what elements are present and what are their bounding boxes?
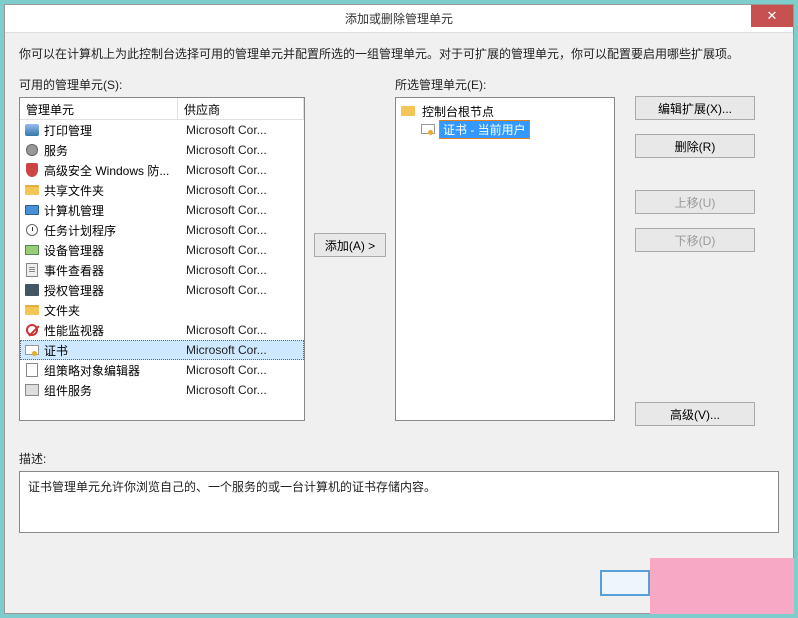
list-item[interactable]: 高级安全 Windows 防...Microsoft Cor...	[20, 160, 304, 180]
middle-panel: 添加(A) >	[313, 76, 387, 414]
snapin-vendor: Microsoft Cor...	[182, 143, 304, 157]
list-item[interactable]: 打印管理Microsoft Cor...	[20, 120, 304, 140]
list-item[interactable]: 性能监视器Microsoft Cor...	[20, 320, 304, 340]
snapin-icon	[24, 242, 40, 258]
snapin-vendor: Microsoft Cor...	[182, 123, 304, 137]
snapin-icon	[24, 282, 40, 298]
snapin-vendor: Microsoft Cor...	[182, 363, 304, 377]
available-panel: 可用的管理单元(S): 管理单元 供应商 打印管理Microsoft Cor..…	[19, 76, 305, 421]
snapin-vendor: Microsoft Cor...	[182, 223, 304, 237]
snapin-vendor: Microsoft Cor...	[182, 383, 304, 397]
snapin-name: 高级安全 Windows 防...	[44, 162, 182, 179]
snapin-icon	[24, 322, 40, 338]
edit-extensions-button[interactable]: 编辑扩展(X)...	[635, 96, 755, 120]
list-item[interactable]: 授权管理器Microsoft Cor...	[20, 280, 304, 300]
list-item[interactable]: 计算机管理Microsoft Cor...	[20, 200, 304, 220]
columns-container: 可用的管理单元(S): 管理单元 供应商 打印管理Microsoft Cor..…	[19, 76, 779, 436]
snapin-vendor: Microsoft Cor...	[182, 283, 304, 297]
snapin-name: 服务	[44, 142, 182, 159]
list-item[interactable]: 组策略对象编辑器Microsoft Cor...	[20, 360, 304, 380]
snapin-vendor: Microsoft Cor...	[182, 183, 304, 197]
tree-child[interactable]: 证书 - 当前用户	[400, 120, 610, 138]
snapin-icon	[24, 362, 40, 378]
snapin-icon	[24, 342, 40, 358]
snapin-name: 设备管理器	[44, 242, 182, 259]
snapin-name: 组策略对象编辑器	[44, 362, 182, 379]
snapin-name: 共享文件夹	[44, 182, 182, 199]
snapin-icon	[24, 222, 40, 238]
snapin-name: 打印管理	[44, 122, 182, 139]
available-listbox[interactable]: 管理单元 供应商 打印管理Microsoft Cor...服务Microsoft…	[19, 97, 305, 421]
available-label: 可用的管理单元(S):	[19, 76, 305, 93]
snapin-icon	[24, 162, 40, 178]
move-up-button[interactable]: 上移(U)	[635, 190, 755, 214]
add-button[interactable]: 添加(A) >	[314, 233, 386, 257]
col-header-vendor[interactable]: 供应商	[178, 98, 304, 119]
snapin-name: 性能监视器	[44, 322, 182, 339]
window-title: 添加或删除管理单元	[345, 10, 453, 27]
dialog-body: 你可以在计算机上为此控制台选择可用的管理单元并配置所选的一组管理单元。对于可扩展…	[5, 33, 793, 543]
list-item[interactable]: 设备管理器Microsoft Cor...	[20, 240, 304, 260]
dialog-window: 添加或删除管理单元 ✕ 你可以在计算机上为此控制台选择可用的管理单元并配置所选的…	[4, 4, 794, 614]
snapin-name: 任务计划程序	[44, 222, 182, 239]
snapin-icon	[24, 122, 40, 138]
intro-text: 你可以在计算机上为此控制台选择可用的管理单元并配置所选的一组管理单元。对于可扩展…	[19, 45, 779, 62]
list-item[interactable]: 证书Microsoft Cor...	[20, 340, 304, 360]
snapin-vendor: Microsoft Cor...	[182, 163, 304, 177]
description-label: 描述:	[19, 450, 779, 467]
snapin-icon	[24, 142, 40, 158]
snapin-name: 事件查看器	[44, 262, 182, 279]
description-box: 证书管理单元允许你浏览自己的、一个服务的或一台计算机的证书存储内容。	[19, 471, 779, 533]
close-button[interactable]: ✕	[751, 5, 793, 27]
snapin-name: 组件服务	[44, 382, 182, 399]
snapin-vendor: Microsoft Cor...	[182, 243, 304, 257]
snapin-name: 证书	[44, 342, 182, 359]
snapin-vendor: Microsoft Cor...	[182, 323, 304, 337]
snapin-vendor: Microsoft Cor...	[182, 343, 304, 357]
tree-root-label: 控制台根节点	[419, 103, 497, 120]
snapin-name: 计算机管理	[44, 202, 182, 219]
snapin-vendor: Microsoft Cor...	[182, 203, 304, 217]
snapin-icon	[24, 182, 40, 198]
overlay	[650, 558, 794, 614]
list-item[interactable]: 服务Microsoft Cor...	[20, 140, 304, 160]
selected-label: 所选管理单元(E):	[395, 76, 615, 93]
list-item[interactable]: 任务计划程序Microsoft Cor...	[20, 220, 304, 240]
ok-button-partial[interactable]	[600, 570, 650, 596]
snapin-icon	[24, 262, 40, 278]
action-buttons-panel: 编辑扩展(X)... 删除(R) 上移(U) 下移(D) 高级(V)...	[623, 76, 779, 436]
selected-tree[interactable]: 控制台根节点 证书 - 当前用户	[395, 97, 615, 421]
cert-icon	[420, 121, 436, 137]
snapin-name: 授权管理器	[44, 282, 182, 299]
snapin-name: 文件夹	[44, 302, 182, 319]
snapin-icon	[24, 382, 40, 398]
title-bar: 添加或删除管理单元 ✕	[5, 5, 793, 33]
list-item[interactable]: 事件查看器Microsoft Cor...	[20, 260, 304, 280]
tree-root[interactable]: 控制台根节点	[400, 102, 610, 120]
close-icon: ✕	[767, 8, 778, 24]
list-header[interactable]: 管理单元 供应商	[20, 98, 304, 120]
move-down-button[interactable]: 下移(D)	[635, 228, 755, 252]
snapin-icon	[24, 302, 40, 318]
remove-button[interactable]: 删除(R)	[635, 134, 755, 158]
snapin-vendor: Microsoft Cor...	[182, 263, 304, 277]
list-item[interactable]: 文件夹	[20, 300, 304, 320]
selected-panel: 所选管理单元(E): 控制台根节点 证书 - 当前用户	[395, 76, 615, 421]
advanced-button[interactable]: 高级(V)...	[635, 402, 755, 426]
tree-child-label: 证书 - 当前用户	[439, 120, 530, 139]
col-header-name[interactable]: 管理单元	[20, 98, 178, 119]
list-item[interactable]: 组件服务Microsoft Cor...	[20, 380, 304, 400]
snapin-icon	[24, 202, 40, 218]
folder-icon	[400, 103, 416, 119]
description-area: 描述: 证书管理单元允许你浏览自己的、一个服务的或一台计算机的证书存储内容。	[19, 450, 779, 533]
list-item[interactable]: 共享文件夹Microsoft Cor...	[20, 180, 304, 200]
available-rows: 打印管理Microsoft Cor...服务Microsoft Cor...高级…	[20, 120, 304, 421]
